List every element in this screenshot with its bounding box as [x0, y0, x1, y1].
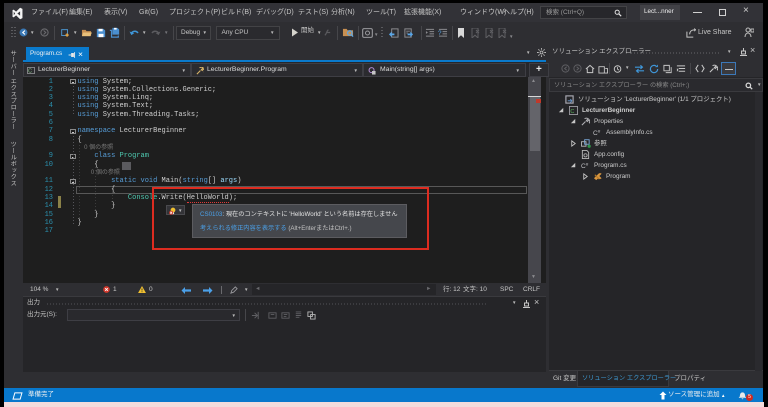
svg-text:?: ? [438, 30, 442, 37]
svg-text:C: C [570, 109, 574, 115]
svg-text:C: C [28, 68, 32, 74]
